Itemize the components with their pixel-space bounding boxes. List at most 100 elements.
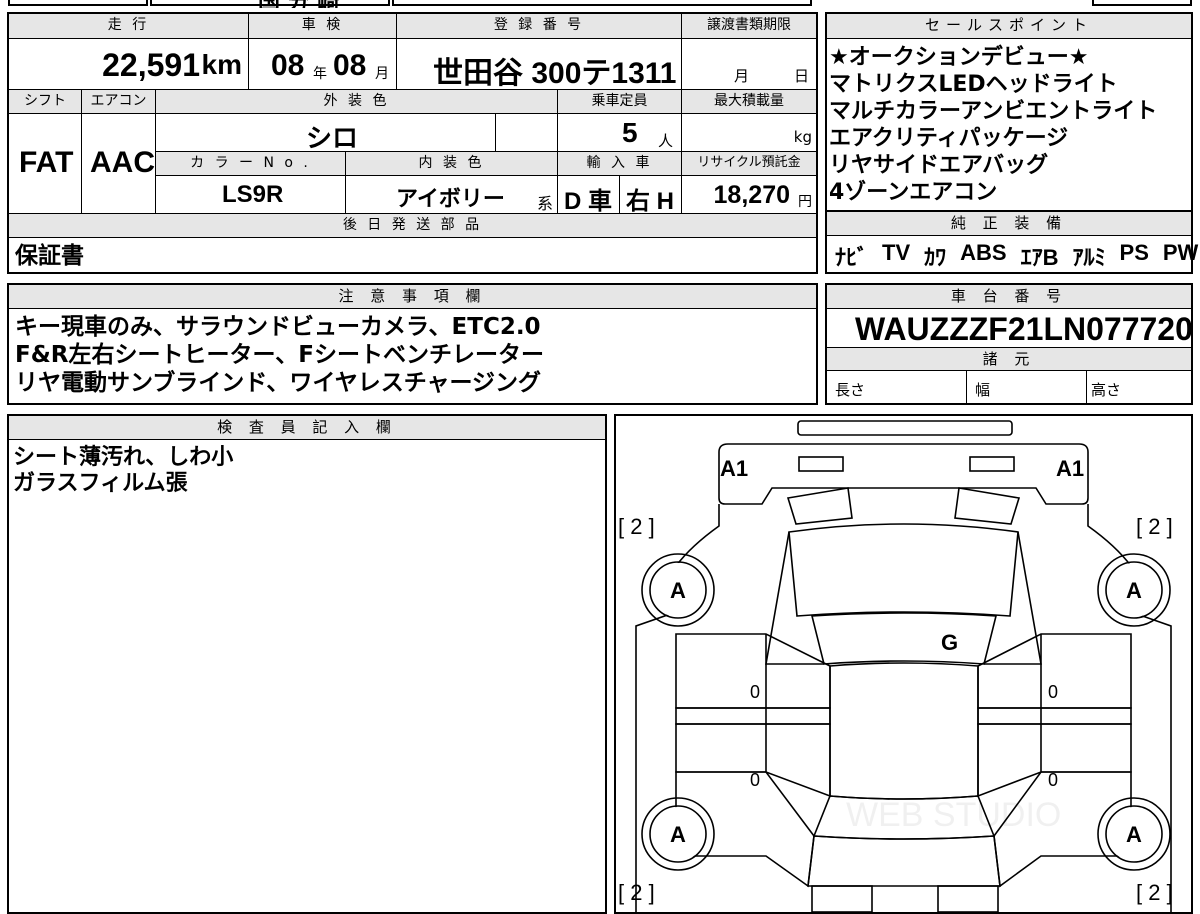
- mark-a1-right: A1: [1056, 456, 1084, 481]
- color-no-cell: LS9R: [156, 176, 346, 214]
- rear-plate: [811, 885, 873, 912]
- shift-cell: FAT: [9, 114, 82, 214]
- inspection-year-unit: 年: [313, 66, 327, 82]
- spec-height-cell: 高さ: [1087, 371, 1191, 403]
- inspection-cell: 08 年 08 月: [249, 39, 397, 90]
- capacity-unit: 人: [658, 132, 674, 150]
- sales-point-line: マルチカラーアンビエントライト: [829, 99, 1158, 124]
- notes-box: 注 意 事 項 欄 キー現車のみ、サラウンドビューカメラ、ETC2.0 F&R左…: [7, 283, 818, 405]
- max-load-cell: kg: [682, 114, 816, 152]
- trunk: [807, 835, 1001, 887]
- equipment-box: 純 正 装 備 ﾅﾋﾞ TV ｶﾜ ABS ｴｱB ｱﾙﾐ PS PW: [825, 212, 1198, 274]
- sales-points-label: セールスポイント: [827, 14, 1191, 39]
- equipment-item: PS: [1119, 240, 1149, 265]
- mileage-value: 22,591: [102, 47, 200, 83]
- transfer-deadline-cell: 月 日: [682, 39, 816, 90]
- equipment-item: PW: [1162, 240, 1199, 265]
- transfer-month-unit: 月: [734, 67, 750, 85]
- import-label: 輸 入 車: [558, 152, 682, 176]
- import-cell-2: 右 H: [620, 176, 682, 214]
- shift-value: FAT: [19, 146, 74, 179]
- color-no-value: LS9R: [222, 181, 284, 208]
- exterior-color-extra-cell: [496, 114, 558, 152]
- inspector-line: ガラスフィルム張: [13, 471, 188, 496]
- sales-point-line: エアクリティパッケージ: [829, 126, 1069, 151]
- mileage-cell: 22,591 km: [9, 39, 249, 90]
- roof: [829, 662, 979, 800]
- mileage-label: 走 行: [9, 14, 249, 39]
- front-panel: [718, 443, 1089, 505]
- interior-color-value: アイボリー: [396, 186, 505, 211]
- bracket-mark-front-left: [ 2 ]: [618, 514, 655, 539]
- max-load-unit: kg: [793, 128, 812, 146]
- windshield: [810, 612, 998, 665]
- equipment-item: TV: [882, 240, 911, 265]
- notes-label: 注 意 事 項 欄: [9, 285, 816, 309]
- note-line: F&R左右シートヒーター、Fシートベンチレーター: [15, 342, 544, 368]
- note-line: リヤ電動サンブラインド、ワイヤレスチャージング: [15, 370, 542, 396]
- capacity-cell: 5 人: [558, 114, 682, 152]
- spec-length-cell: 長さ: [827, 371, 967, 403]
- spec-length-label: 長さ: [835, 381, 866, 399]
- capacity-value: 5: [622, 117, 638, 148]
- watermark: WEB STUDIO: [846, 796, 1061, 834]
- inspector-box: 検 査 員 記 入 欄 シート薄汚れ、しわ小 ガラスフィルム張: [7, 414, 607, 914]
- interior-color-cell: アイボリー 系: [346, 176, 558, 214]
- spec-height-label: 高さ: [1091, 381, 1122, 399]
- door-mark-rear-right: 0: [1048, 770, 1058, 790]
- vehicle-info-grid: 走 行 車 検 登 録 番 号 譲渡書類期限 22,591 km 08 年 08…: [7, 12, 818, 274]
- import-cell-1: D 車: [558, 176, 620, 214]
- chassis-value: WAUZZZF21LN077720: [855, 311, 1193, 347]
- headlight-right: [954, 487, 1021, 525]
- aircon-cell: AAC: [82, 114, 156, 214]
- door-mark-front-right: 0: [1048, 682, 1058, 702]
- mark-a1-left: A1: [720, 456, 748, 481]
- sales-point-line: 4ゾーンエアコン: [829, 180, 998, 205]
- wheel-mark-front-right: A: [1126, 578, 1142, 603]
- inspection-year: 08: [271, 49, 305, 82]
- capacity-label: 乗車定員: [558, 90, 682, 114]
- inspector-label: 検 査 員 記 入 欄: [9, 416, 605, 440]
- sales-point-line: リヤサイドエアバッグ: [829, 153, 1049, 178]
- equipment-item: ABS: [960, 240, 1007, 265]
- note-line: キー現車のみ、サラウンドビューカメラ、ETC2.0: [15, 314, 541, 340]
- later-parts-value: 保証書: [15, 243, 84, 269]
- headlight-left: [786, 487, 853, 525]
- chassis-label: 車 台 番 号: [827, 285, 1191, 309]
- vehicle-diagram: A1 A1 G A A A A [ 2 ] [ 2 ] [ 2 ] [ 2 ] …: [618, 420, 1173, 912]
- registration-cell: 世田谷 300テ1311: [397, 39, 682, 90]
- sill-left: [675, 707, 831, 725]
- hood: [788, 523, 1019, 617]
- mark-g: G: [941, 630, 958, 655]
- color-no-label: カ ラ ー N o .: [156, 152, 346, 176]
- vehicle-diagram-box: A1 A1 G A A A A [ 2 ] [ 2 ] [ 2 ] [ 2 ] …: [614, 414, 1193, 914]
- wheel-mark-rear-left: A: [670, 822, 686, 847]
- recycle-value: 18,270: [713, 181, 790, 209]
- interior-color-label: 内 装 色: [346, 152, 558, 176]
- equipment-item: ｱﾙﾐ: [1072, 245, 1106, 270]
- door-mark-front-left: 0: [750, 682, 760, 702]
- mileage-unit: km: [201, 49, 242, 80]
- door-mark-rear-left: 0: [750, 770, 760, 790]
- front-marker-right: [969, 456, 1015, 472]
- spec-width-cell: 幅: [967, 371, 1087, 403]
- front-marker-left: [798, 456, 844, 472]
- specs-label: 諸 元: [827, 347, 1191, 371]
- equipment-item: ｴｱB: [1020, 245, 1059, 270]
- exterior-color-value: シロ: [306, 123, 359, 152]
- inspection-month: 08: [333, 49, 367, 82]
- sales-points-box: セールスポイント ★オークションデビュー★ マトリクスLEDヘッドライト マルチ…: [825, 12, 1193, 212]
- rear-plate-right: [937, 885, 999, 912]
- import-value-2: 右 H: [626, 188, 674, 214]
- wheel-mark-front-left: A: [670, 578, 686, 603]
- top-strip: 国 分 崎: [8, 0, 1192, 8]
- max-load-label: 最大積載量: [682, 90, 816, 114]
- bracket-mark-rear-left: [ 2 ]: [618, 880, 655, 905]
- recycle-unit: 円: [798, 194, 812, 210]
- inspector-line: シート薄汚れ、しわ小: [13, 445, 234, 470]
- import-value-1: D 車: [564, 188, 612, 214]
- spec-width-label: 幅: [975, 381, 991, 399]
- later-parts-label: 後 日 発 送 部 品: [9, 214, 816, 238]
- aircon-label: エアコン: [82, 90, 156, 114]
- sales-point-line: マトリクスLEDヘッドライト: [829, 72, 1118, 97]
